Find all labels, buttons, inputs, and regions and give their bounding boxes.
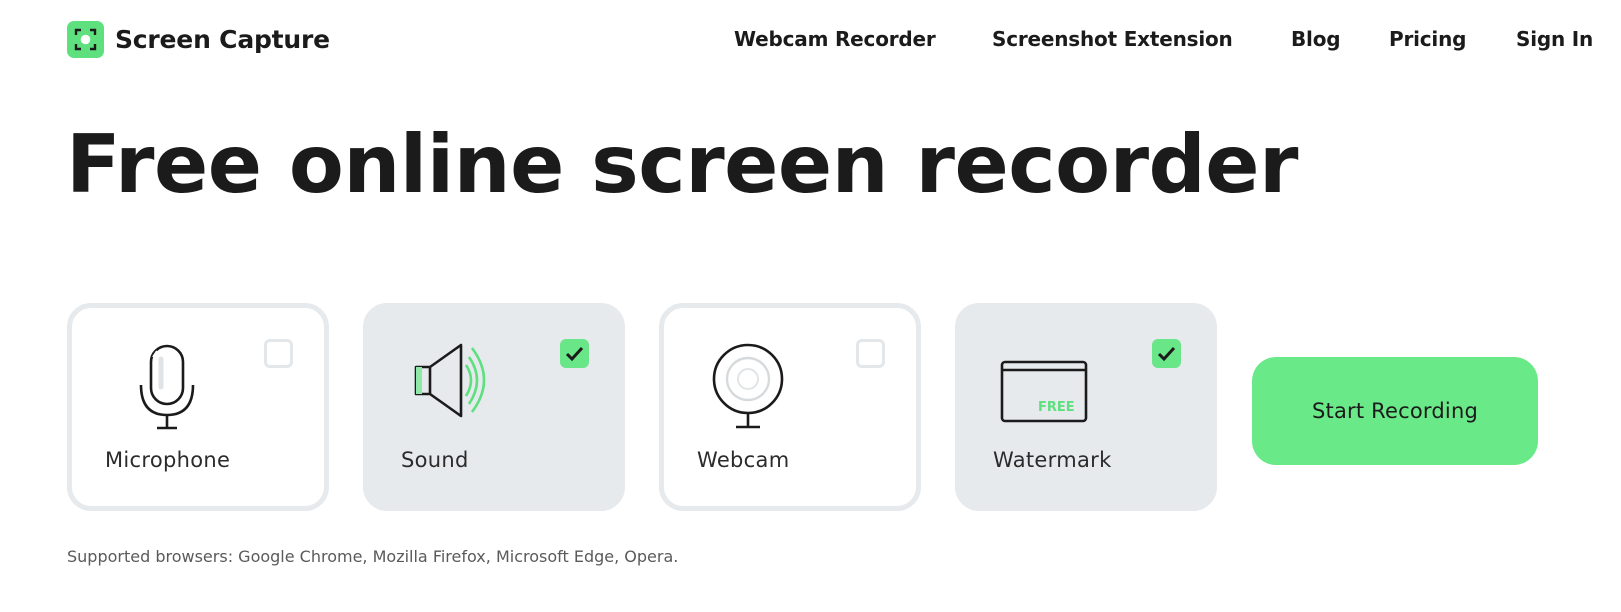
watermark-label: Watermark xyxy=(993,448,1112,472)
page-title: Free online screen recorder xyxy=(66,118,1299,211)
option-card-sound[interactable]: Sound xyxy=(363,303,625,511)
nav-pricing[interactable]: Pricing xyxy=(1389,27,1466,51)
microphone-checkbox[interactable] xyxy=(264,339,293,368)
page: Screen Capture Webcam Recorder Screensho… xyxy=(0,0,1621,612)
brand-name: Screen Capture xyxy=(115,25,330,54)
speaker-icon xyxy=(414,343,486,418)
svg-text:FREE: FREE xyxy=(1038,400,1075,415)
microphone-icon xyxy=(139,344,195,430)
watermark-checkbox[interactable] xyxy=(1152,339,1181,368)
checkmark-icon xyxy=(565,346,584,362)
checkmark-icon xyxy=(1157,346,1176,362)
webcam-icon xyxy=(712,343,784,429)
sound-checkbox[interactable] xyxy=(560,339,589,368)
screen-capture-logo-icon xyxy=(67,21,104,58)
watermark-icon: FREE xyxy=(1000,360,1088,423)
brand-logo-link[interactable]: Screen Capture xyxy=(67,21,330,58)
start-recording-button[interactable]: Start Recording xyxy=(1252,357,1538,465)
nav-blog[interactable]: Blog xyxy=(1291,27,1341,51)
option-card-microphone[interactable]: Microphone xyxy=(67,303,329,511)
nav-webcam-recorder[interactable]: Webcam Recorder xyxy=(734,27,936,51)
nav-screenshot-extension[interactable]: Screenshot Extension xyxy=(992,27,1233,51)
sound-label: Sound xyxy=(401,448,469,472)
webcam-checkbox[interactable] xyxy=(856,339,885,368)
microphone-label: Microphone xyxy=(105,448,231,472)
nav-sign-in[interactable]: Sign In xyxy=(1516,27,1593,51)
supported-browsers-note: Supported browsers: Google Chrome, Mozil… xyxy=(67,547,679,566)
option-card-webcam[interactable]: Webcam xyxy=(659,303,921,511)
option-card-watermark[interactable]: FREE Watermark xyxy=(955,303,1217,511)
webcam-label: Webcam xyxy=(697,448,790,472)
